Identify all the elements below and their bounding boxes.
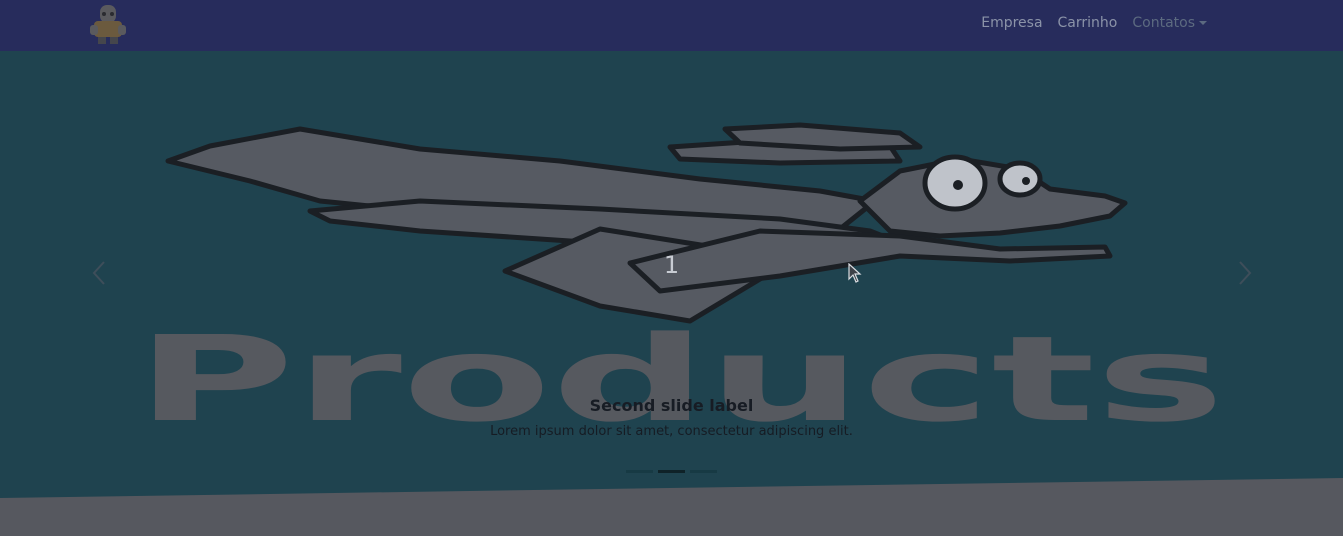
brand-logo[interactable] <box>88 3 128 45</box>
carousel-prev-button[interactable] <box>90 259 110 287</box>
carousel-indicators <box>626 470 717 473</box>
carousel-indicator-2[interactable] <box>658 470 685 473</box>
nav-dropdown-label: Contatos <box>1132 15 1195 31</box>
top-navbar: Empresa Carrinho Contatos <box>0 0 1343 51</box>
chevron-right-icon <box>1239 261 1252 285</box>
carousel-caption: Second slide label Lorem ipsum dolor sit… <box>0 396 1343 439</box>
carousel-indicator-3[interactable] <box>690 470 717 473</box>
carousel: Products 1 Second slide label Lorem ipsu… <box>0 51 1343 501</box>
slide-number: 1 <box>663 251 680 279</box>
caption-title: Second slide label <box>589 396 754 415</box>
nav-links: Empresa Carrinho Contatos <box>966 0 1207 46</box>
carousel-indicator-1[interactable] <box>626 470 653 473</box>
nav-link-empresa[interactable]: Empresa <box>981 15 1042 31</box>
lower-section <box>0 478 1343 536</box>
mouse-cursor-icon <box>848 263 862 283</box>
carousel-next-button[interactable] <box>1234 259 1254 287</box>
caption-text: Lorem ipsum dolor sit amet, consectetur … <box>490 424 853 439</box>
chevron-left-icon <box>92 261 105 285</box>
nav-dropdown-contatos[interactable]: Contatos <box>1132 15 1207 31</box>
nav-link-carrinho[interactable]: Carrinho <box>1058 15 1118 31</box>
caret-down-icon <box>1199 21 1207 25</box>
